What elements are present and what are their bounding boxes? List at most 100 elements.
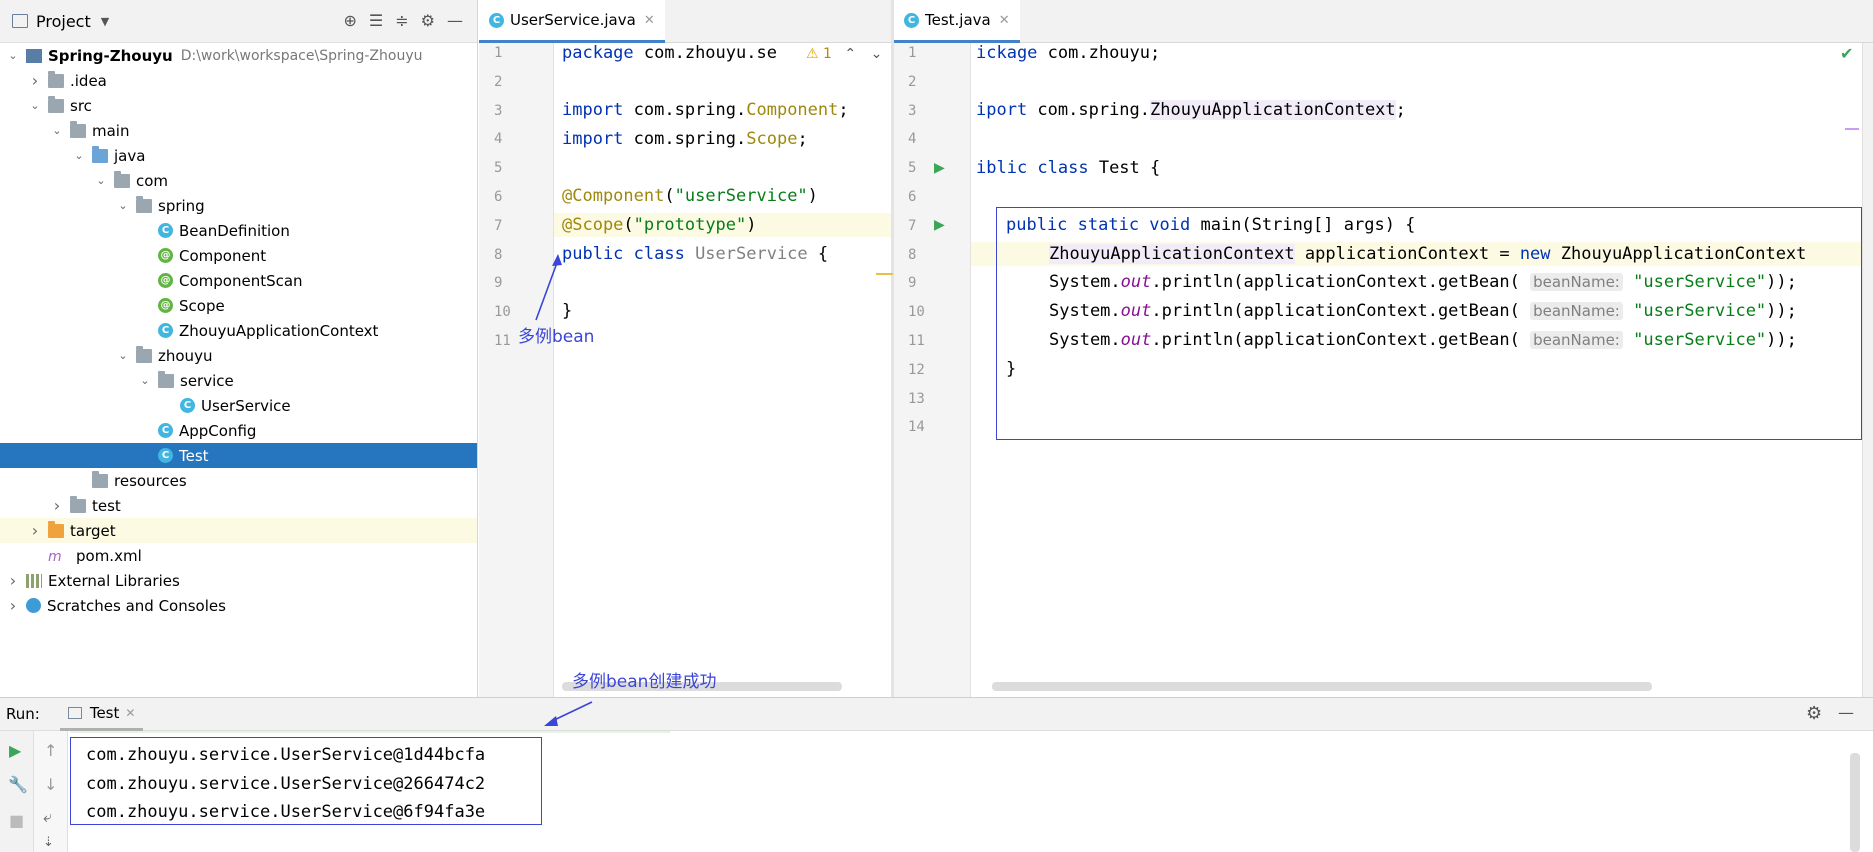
chevron-down-icon[interactable]: ⌄: [116, 349, 130, 362]
tree-item-src[interactable]: ⌄ src: [0, 93, 477, 118]
code-token: @Component: [562, 186, 665, 206]
line-number: 9: [494, 275, 503, 292]
line-number: 7: [494, 217, 503, 234]
tree-item-external-libraries[interactable]: › External Libraries: [0, 568, 477, 593]
locate-icon[interactable]: ⊕: [344, 11, 357, 30]
run-gutter-icon[interactable]: ▶: [934, 160, 945, 176]
tree-item-component[interactable]: @ Component: [0, 243, 477, 268]
chevron-right-icon[interactable]: ›: [50, 496, 64, 515]
gear-icon[interactable]: ⚙: [421, 11, 435, 30]
down-arrow-icon[interactable]: ↓: [44, 775, 57, 794]
chevron-down-icon[interactable]: ⌄: [50, 124, 64, 137]
code-token: com.zhouyu.se: [633, 43, 777, 63]
chevron-down-icon[interactable]: ⌄: [871, 46, 883, 62]
tree-item-target[interactable]: › target: [0, 518, 477, 543]
tree-item-label: Scope: [179, 296, 225, 315]
tree-item-scope[interactable]: @ Scope: [0, 293, 477, 318]
project-panel-title[interactable]: Project: [36, 12, 91, 31]
chevron-right-icon[interactable]: ›: [28, 71, 42, 90]
editor-right-hscrollbar[interactable]: [992, 682, 1652, 691]
tree-item-test[interactable]: C Test: [0, 443, 477, 468]
run-gutter-icon[interactable]: ▶: [934, 217, 945, 233]
rerun-icon[interactable]: ▶: [9, 741, 21, 760]
tab-userservice-java[interactable]: C UserService.java ✕: [479, 0, 665, 43]
tab-test-java[interactable]: C Test.java ✕: [894, 0, 1020, 43]
tree-item-resources[interactable]: resources: [0, 468, 477, 493]
tree-item-componentscan[interactable]: @ ComponentScan: [0, 268, 477, 293]
minimize-icon[interactable]: —: [1838, 703, 1854, 722]
minimize-icon[interactable]: —: [447, 11, 463, 30]
expand-all-icon[interactable]: ☰: [369, 11, 383, 30]
scroll-to-end-icon[interactable]: ⇣: [43, 835, 54, 850]
tree-item-scratches-and-consoles[interactable]: › Scratches and Consoles: [0, 593, 477, 618]
wrench-icon[interactable]: 🔧: [8, 775, 28, 794]
code-token: "userService": [674, 186, 808, 206]
chevron-up-icon[interactable]: ⌃: [844, 46, 856, 62]
code-token: Test {: [1088, 158, 1161, 178]
chevron-down-icon[interactable]: ▼: [101, 15, 109, 28]
run-tab-test[interactable]: Test ✕: [59, 698, 144, 731]
warning-indicator[interactable]: ⚠ 1 ⌃ ⌄: [806, 46, 882, 62]
tree-item-label: Spring-Zhouyu: [48, 46, 173, 65]
marker-stripe: [1845, 128, 1859, 130]
change-marker: [876, 273, 893, 275]
chevron-right-icon[interactable]: ›: [28, 521, 42, 540]
code-token: "prototype": [633, 215, 747, 235]
code-token: package: [562, 43, 634, 63]
collapse-all-icon[interactable]: ≑: [395, 11, 408, 30]
chevron-right-icon[interactable]: ›: [6, 571, 20, 590]
tree-item-zhouyu[interactable]: ⌄ zhouyu: [0, 343, 477, 368]
close-icon[interactable]: ✕: [999, 13, 1010, 28]
inspection-ok-icon[interactable]: ✔: [1840, 44, 1853, 63]
tree-item-label: Scratches and Consoles: [47, 596, 226, 615]
code-token: ;: [1395, 100, 1406, 120]
package-icon: [114, 170, 130, 188]
tree-item-beandefinition[interactable]: C BeanDefinition: [0, 218, 477, 243]
library-icon: [26, 573, 42, 588]
chevron-down-icon[interactable]: ⌄: [94, 174, 108, 187]
module-path: D:\work\workspace\Spring-Zhouyu: [180, 47, 423, 64]
close-icon[interactable]: ✕: [644, 13, 655, 28]
code-token: (: [623, 215, 634, 235]
tree-item-label: resources: [114, 471, 187, 490]
gear-icon[interactable]: ⚙: [1806, 703, 1822, 724]
chevron-right-icon[interactable]: ›: [6, 596, 20, 615]
code-token: @Scope: [562, 215, 624, 235]
tree-item-service[interactable]: ⌄ service: [0, 368, 477, 393]
tab-label: Test.java: [925, 11, 991, 29]
up-arrow-icon[interactable]: ↑: [44, 741, 57, 760]
tree-item-appconfig[interactable]: C AppConfig: [0, 418, 477, 443]
code-token: UserService: [684, 244, 808, 264]
project-view-icon[interactable]: [12, 14, 28, 28]
tree-item-spring-zhouyu[interactable]: ⌄ Spring-Zhouyu D:\work\workspace\Spring-Z…: [0, 43, 477, 68]
tree-item-spring[interactable]: ⌄ spring: [0, 193, 477, 218]
tree-item-java[interactable]: ⌄ java: [0, 143, 477, 168]
tree-item-com[interactable]: ⌄ com: [0, 168, 477, 193]
chevron-down-icon[interactable]: ⌄: [116, 199, 130, 212]
tree-item-zhouyuapplicationcontext[interactable]: C ZhouyuApplicationContext: [0, 318, 477, 343]
editor-right-tabbar: C Test.java ✕: [894, 0, 1873, 43]
soft-wrap-icon[interactable]: ⤶: [43, 807, 52, 827]
tree-item-label: zhouyu: [158, 346, 213, 365]
tree-item-main[interactable]: ⌄ main: [0, 118, 477, 143]
code-token: com.spring.: [1027, 100, 1151, 120]
line-number: 8: [908, 246, 917, 263]
chevron-down-icon[interactable]: ⌄: [72, 149, 86, 162]
stop-icon[interactable]: ■: [9, 811, 24, 830]
project-panel-header: Project ▼ ⊕ ☰ ≑ ⚙ —: [0, 0, 477, 43]
console-vscrollbar[interactable]: [1850, 753, 1860, 852]
close-icon[interactable]: ✕: [125, 706, 135, 720]
tree-item-label: target: [70, 521, 116, 540]
code-token: ickage: [976, 43, 1038, 63]
chevron-down-icon[interactable]: ⌄: [6, 49, 20, 62]
tree-item-test[interactable]: › test: [0, 493, 477, 518]
class-icon: C: [904, 12, 919, 28]
code-token: ;: [838, 100, 849, 120]
tree-item-pom-xml[interactable]: m pom.xml: [0, 543, 477, 568]
chevron-down-icon[interactable]: ⌄: [138, 374, 152, 387]
tree-item-userservice[interactable]: C UserService: [0, 393, 477, 418]
tree-item--idea[interactable]: › .idea: [0, 68, 477, 93]
line-number: 6: [494, 189, 503, 205]
chevron-down-icon[interactable]: ⌄: [28, 99, 42, 112]
code-token: ): [807, 186, 818, 206]
